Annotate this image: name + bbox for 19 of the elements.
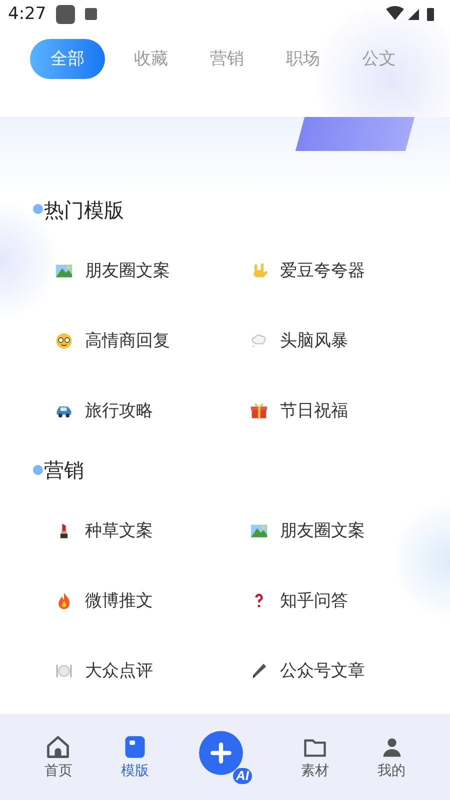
section-title: 营销 [44,457,84,484]
template-item[interactable]: 种草文案 [30,496,225,566]
nav-tab[interactable]: 我的 [378,734,406,780]
template-item[interactable]: 旅行攻略 [30,376,225,446]
nav-tab[interactable]: 素材 [300,734,329,780]
clock-time: 4:27 [8,4,46,24]
template-item[interactable]: 大众点评 [30,636,225,706]
template-item[interactable]: 爱豆夸夸器 [225,236,420,306]
nav-tab[interactable]: 模版 [121,734,150,780]
template-item[interactable]: 朋友圈文案 [225,496,420,566]
template-item[interactable]: 头脑风暴 [225,306,420,376]
template-item[interactable]: 高情商回复 [30,306,225,376]
template-item[interactable]: 知乎问答 [225,566,420,636]
nav-tab[interactable]: 首页 [44,734,72,780]
template-item[interactable]: 节日祝福 [225,376,420,446]
template-item[interactable]: 公众号文章 [225,636,420,706]
template-item[interactable]: 微博推文 [30,566,225,636]
section-title: 热门模版 [44,196,124,224]
template-item[interactable]: 朋友圈文案 [30,236,225,306]
